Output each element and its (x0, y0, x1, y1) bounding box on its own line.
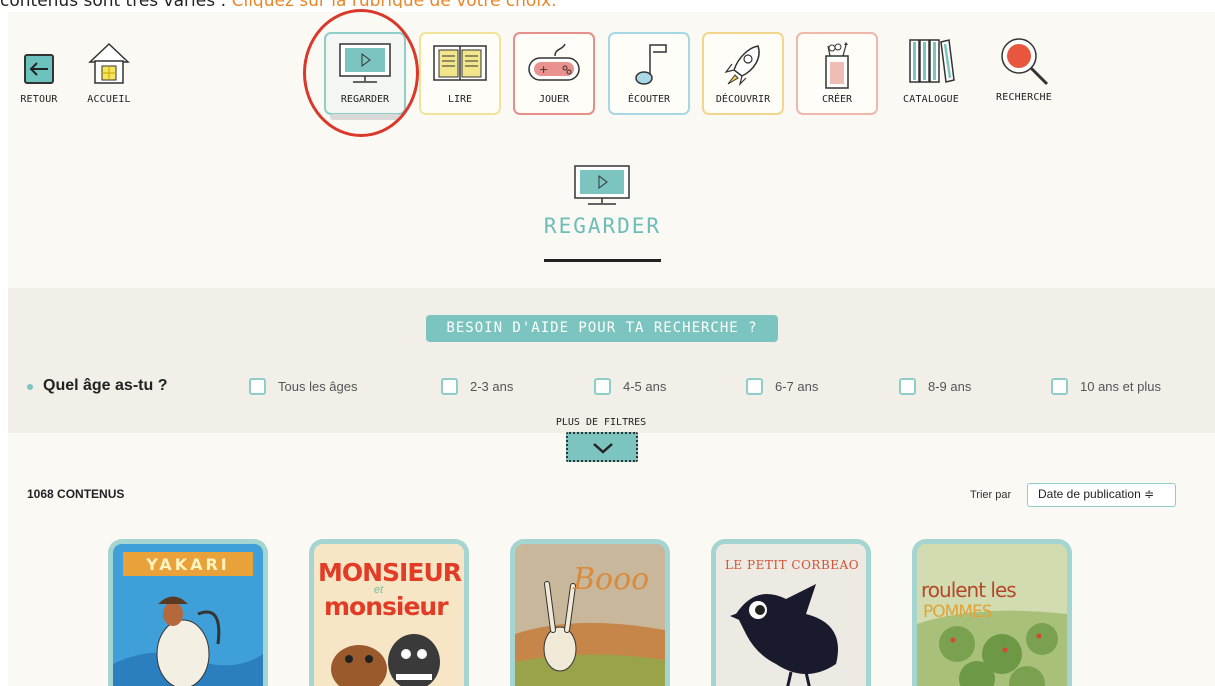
search-label: RECHERCHE (996, 92, 1052, 103)
page-title: REGARDER (543, 214, 662, 238)
age-option-label: Tous les âges (278, 379, 358, 394)
gamepad-icon: + (525, 42, 583, 91)
bullet-icon (27, 384, 33, 390)
annotation-circle (303, 9, 419, 137)
tab-jouer[interactable]: + JOUER (513, 32, 595, 115)
age-option-all[interactable]: Tous les âges (249, 378, 358, 395)
age-option-label: 8-9 ans (928, 379, 972, 394)
tab-ecouter-label: ÉCOUTER (627, 94, 671, 105)
home-button[interactable]: ACCUEIL (76, 42, 142, 106)
age-option-label: 10 ans et plus (1080, 379, 1161, 394)
tab-creer-label: CRÉER (821, 94, 853, 105)
tab-decouvrir[interactable]: DÉCOUVRIR (702, 32, 784, 115)
sort-select[interactable]: Date de publication ≑ (1027, 483, 1176, 507)
house-icon (87, 42, 131, 84)
expand-filters-button[interactable] (566, 432, 638, 462)
content-card-yakari[interactable]: YAKARI (108, 539, 268, 686)
tab-creer[interactable]: CRÉER (796, 32, 878, 115)
card-title: roulent les (921, 578, 1017, 602)
content-card-monsieur[interactable]: MONSIEUR et monsieur (309, 539, 469, 686)
rocket-icon (714, 42, 772, 93)
page: RETOUR ACCUEIL REGARDER LIRE + JOUER ÉCO… (8, 9, 1215, 686)
age-option-4-5[interactable]: 4-5 ans (594, 378, 666, 395)
home-label: ACCUEIL (87, 94, 131, 105)
age-option-2-3[interactable]: 2-3 ans (441, 378, 513, 395)
tab-lire-label: LIRE (447, 94, 473, 105)
music-note-icon (620, 42, 678, 93)
tab-jouer-label: JOUER (538, 94, 570, 105)
instruction-caption: contenus sont très variés : Cliquez sur … (0, 0, 557, 8)
checkbox[interactable] (441, 378, 458, 395)
pencil-cup-icon (808, 42, 866, 95)
content-card-pommes[interactable]: roulent les POMMES (912, 539, 1072, 686)
card-title: YAKARI (146, 555, 230, 574)
content-card-booo[interactable]: Booo (510, 539, 670, 686)
caption-text: contenus sont très variés : (0, 0, 232, 8)
age-option-label: 4-5 ans (623, 379, 667, 394)
age-option-6-7[interactable]: 6-7 ans (746, 378, 818, 395)
checkbox[interactable] (594, 378, 611, 395)
arrow-left-icon (24, 54, 54, 84)
book-icon (431, 42, 489, 91)
checkbox[interactable] (249, 378, 266, 395)
caption-highlight: Cliquez sur la rubrique de votre choix. (232, 0, 557, 8)
content-card-corbeau[interactable]: LE PETIT CORBEAO (711, 539, 871, 686)
checkbox[interactable] (899, 378, 916, 395)
card-title-secondary: monsieur (324, 592, 449, 621)
search-button[interactable]: RECHERCHE (983, 32, 1065, 103)
checkbox[interactable] (746, 378, 763, 395)
tab-decouvrir-label: DÉCOUVRIR (715, 94, 771, 105)
card-title: LE PETIT CORBEAO (724, 558, 860, 572)
magnifier-icon (997, 34, 1051, 86)
tab-ecouter[interactable]: ÉCOUTER (608, 32, 690, 115)
age-filter-label: Quel âge as-tu ? (43, 377, 168, 394)
svg-text:+: + (539, 63, 548, 76)
catalogue-button[interactable]: CATALOGUE (890, 32, 972, 105)
age-option-8-9[interactable]: 8-9 ans (899, 378, 971, 395)
card-title-secondary: POMMES (923, 602, 992, 622)
age-option-label: 6-7 ans (775, 379, 819, 394)
checkbox[interactable] (1051, 378, 1068, 395)
card-title: Booo (573, 562, 650, 597)
help-search-button[interactable]: BESOIN D'AIDE POUR TA RECHERCHE ? (426, 315, 778, 342)
tv-icon (573, 164, 631, 213)
filter-panel: BESOIN D'AIDE POUR TA RECHERCHE ? Quel â… (8, 288, 1215, 433)
tab-lire[interactable]: LIRE (419, 32, 501, 115)
age-option-10-plus[interactable]: 10 ans et plus (1051, 378, 1161, 395)
back-button[interactable]: RETOUR (18, 54, 60, 105)
more-filters-label: PLUS DE FILTRES (555, 417, 647, 428)
back-label: RETOUR (20, 94, 58, 105)
catalogue-label: CATALOGUE (903, 94, 959, 105)
title-divider (544, 259, 661, 262)
results-count: 1068 CONTENUS (27, 487, 125, 501)
bookshelf-icon (907, 36, 955, 86)
sort-label: Trier par (970, 489, 1012, 501)
card-title: MONSIEUR (318, 558, 462, 587)
age-option-label: 2-3 ans (470, 379, 514, 394)
